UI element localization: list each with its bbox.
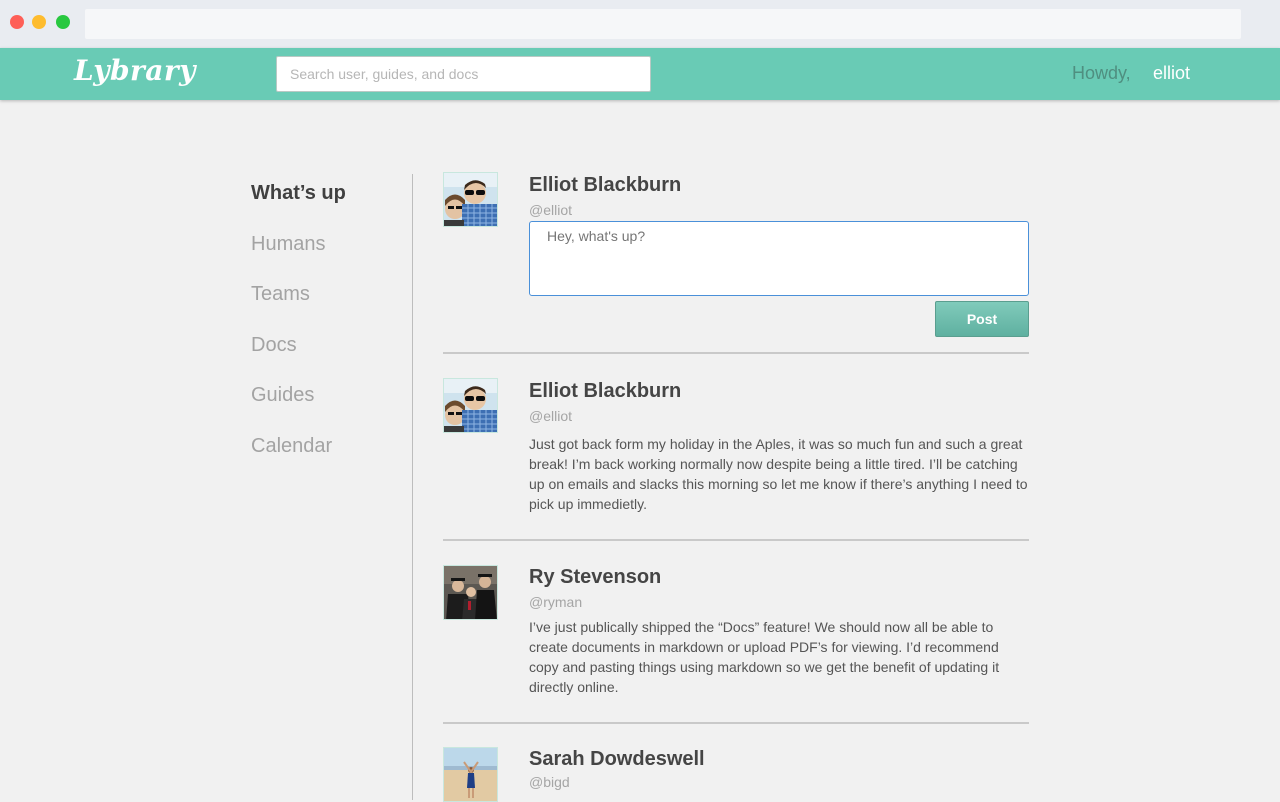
post-author-name[interactable]: Elliot Blackburn [529,380,681,403]
sidebar-item-calendar[interactable]: Calendar [251,427,346,478]
post-body: Just got back form my holiday in the Apl… [529,436,1028,512]
search-input[interactable] [276,56,651,92]
post-body: I’ve just publically shipped the “Docs” … [529,619,1000,695]
post-author-handle: @bigd [529,774,570,790]
post-author-handle: @ryman [529,594,583,610]
composer-author-handle: @elliot [529,202,573,218]
beach-photo [444,748,497,801]
maximize-window-button[interactable] [56,15,70,29]
composer-author-name[interactable]: Elliot Blackburn [529,174,681,197]
avatar[interactable] [443,378,498,433]
greeting-text: Howdy, [1072,63,1131,83]
sidebar-item-guides[interactable]: Guides [251,376,346,427]
sidebar-item-docs[interactable]: Docs [251,326,346,377]
close-window-button[interactable] [10,15,24,29]
divider [443,539,1029,541]
app-logo[interactable]: Lybrary [74,54,196,87]
avatar[interactable] [443,747,498,802]
user-menu-link[interactable]: elliot [1153,63,1190,84]
sidebar-item-teams[interactable]: Teams [251,275,346,326]
selfie-photo [444,379,497,432]
post-button[interactable]: Post [935,301,1029,337]
app-header: Lybrary Howdy, elliot [0,48,1280,100]
selfie-photo [444,173,497,226]
avatar[interactable] [443,172,498,227]
post-author-name[interactable]: Sarah Dowdeswell [529,748,705,771]
minimize-window-button[interactable] [32,15,46,29]
sidebar-divider [412,174,413,800]
window-chrome [0,0,1280,48]
divider [443,722,1029,724]
post-author-name[interactable]: Ry Stevenson [529,566,661,589]
address-bar[interactable] [85,9,1241,39]
sidebar-item-whats-up[interactable]: What’s up [251,174,346,225]
graduation-photo [444,566,497,619]
status-input[interactable] [529,221,1029,296]
divider [443,352,1029,354]
avatar[interactable] [443,565,498,620]
post-author-handle: @elliot [529,408,573,424]
sidebar-item-humans[interactable]: Humans [251,225,346,276]
sidebar-nav: What’s up Humans Teams Docs Guides Calen… [251,174,346,478]
